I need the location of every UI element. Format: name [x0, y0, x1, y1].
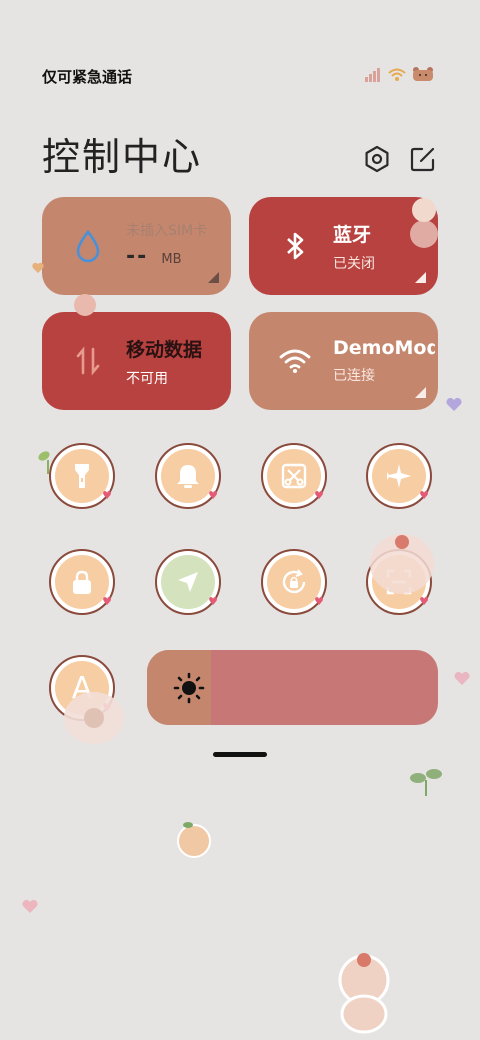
mobile-data-label: 移动数据	[126, 338, 203, 361]
water-drop-icon	[68, 226, 108, 266]
sprout-sticker-icon	[38, 451, 50, 474]
heart-icon: ♥	[314, 489, 324, 502]
heart-icon: ♥	[208, 595, 218, 608]
bluetooth-status: 已关闭	[333, 255, 375, 272]
sun-icon	[173, 672, 205, 704]
orange-sticker-icon	[177, 822, 211, 858]
expand-corner-icon	[415, 272, 426, 283]
gear-icon	[365, 145, 389, 173]
rotation-lock-toggle[interactable]: ♥	[261, 549, 327, 615]
lock-screen-toggle[interactable]: ♥	[49, 549, 115, 615]
bear-sticker-icon	[64, 692, 124, 744]
wifi-tile[interactable]: DemoMode 已连接	[249, 312, 438, 410]
screenshot-icon	[281, 463, 307, 489]
heart-sticker-icon	[454, 672, 470, 685]
heart-icon: ♥	[314, 595, 324, 608]
sprout-sticker-icon	[410, 769, 442, 796]
heart-icon: ♥	[102, 489, 112, 502]
data-usage-value: --	[126, 243, 149, 269]
bluetooth-label: 蓝牙	[333, 223, 372, 246]
lock-icon	[73, 570, 91, 594]
signal-icon	[364, 67, 382, 86]
flashlight-icon	[75, 464, 89, 488]
mobile-data-icon	[68, 341, 108, 381]
expand-corner-icon	[415, 387, 426, 398]
bear-sticker-icon	[338, 953, 390, 1034]
heart-icon: ♥	[208, 489, 218, 502]
brightness-slider[interactable]	[147, 650, 438, 725]
airplane-toggle[interactable]: ♥	[366, 443, 432, 509]
bluetooth-icon	[275, 226, 315, 266]
wifi-icon	[275, 341, 315, 381]
bear-sticker-icon	[410, 198, 438, 248]
airplane-icon	[387, 464, 411, 488]
bear-sticker-icon	[370, 534, 434, 594]
home-indicator[interactable]	[213, 752, 267, 757]
sim-status-label: 未插入SIM卡	[126, 222, 208, 239]
mobile-data-tile[interactable]: 移动数据 不可用	[42, 312, 231, 410]
rotation-lock-icon	[282, 569, 306, 594]
heart-icon: ♥	[102, 595, 112, 608]
status-icons	[364, 66, 434, 86]
bell-icon	[177, 465, 199, 488]
edit-button[interactable]	[408, 144, 438, 174]
screenshot-toggle[interactable]: ♥	[261, 443, 327, 509]
edit-icon	[410, 147, 435, 172]
wifi-status: 已连接	[333, 368, 375, 384]
heart-icon: ♥	[419, 489, 429, 502]
wifi-icon	[388, 67, 406, 86]
location-toggle[interactable]: ♥	[155, 549, 221, 615]
status-carrier-text: 仅可紧急通话	[42, 68, 133, 86]
heart-sticker-icon	[32, 262, 44, 273]
wifi-network-name: DemoMode	[333, 337, 435, 359]
data-usage-tile[interactable]: 未插入SIM卡 -- MB	[42, 197, 231, 295]
battery-bear-icon	[412, 66, 434, 86]
data-usage-unit: MB	[161, 251, 182, 267]
silent-toggle[interactable]: ♥	[155, 443, 221, 509]
mobile-data-status: 不可用	[126, 370, 168, 387]
expand-corner-icon	[208, 272, 219, 283]
settings-button[interactable]	[362, 144, 392, 174]
bear-sticker-icon	[74, 294, 96, 316]
heart-sticker-icon	[22, 900, 38, 913]
heart-sticker-icon	[446, 398, 462, 411]
location-icon	[178, 572, 198, 592]
flashlight-toggle[interactable]: ♥	[49, 443, 115, 509]
page-title: 控制中心	[42, 135, 203, 179]
